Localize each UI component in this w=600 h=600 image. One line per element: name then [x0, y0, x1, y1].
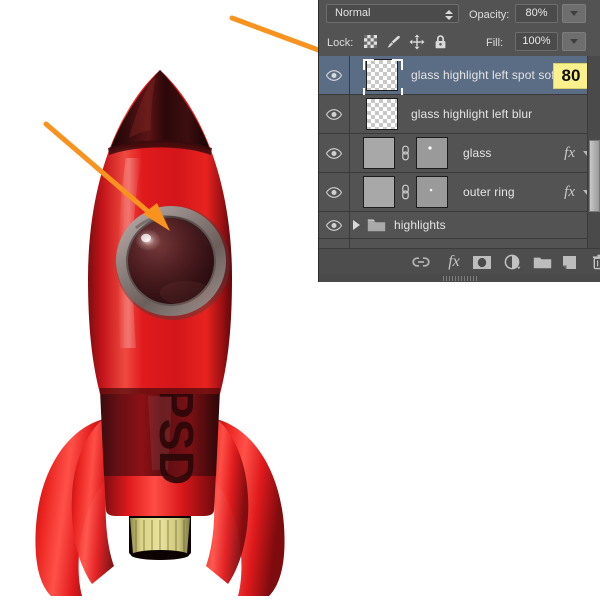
- layer-row-glass-highlight-left-spot-soft[interactable]: glass highlight left spot soft 80: [319, 56, 600, 95]
- rocket-psd-text: PSD: [149, 387, 202, 486]
- folder-icon: [367, 218, 386, 236]
- lock-image-pixels-brush-icon[interactable]: [386, 34, 401, 49]
- layers-panel-toolbar: fx: [319, 248, 600, 276]
- layer-name[interactable]: glass: [463, 134, 492, 172]
- opacity-value[interactable]: 80%: [515, 4, 558, 23]
- layer-row-group-highlights[interactable]: highlights: [319, 212, 600, 239]
- lock-position-move-icon[interactable]: [409, 34, 424, 49]
- canvas-artwork: PSD: [0, 0, 318, 600]
- layer-visibility-toggle[interactable]: [319, 56, 350, 94]
- fill-value[interactable]: 100%: [515, 32, 558, 51]
- blend-mode-value: Normal: [335, 7, 370, 19]
- opacity-callout-badge: 80: [553, 63, 589, 89]
- layer-name[interactable]: glass highlight left spot soft: [411, 56, 558, 94]
- link-layers-button[interactable]: [411, 253, 431, 271]
- opacity-label: Opacity:: [469, 9, 509, 21]
- layer-visibility-toggle[interactable]: [319, 239, 350, 248]
- rocket-illustration: PSD: [0, 18, 326, 600]
- layer-row-glass-highlight-left-blur[interactable]: glass highlight left blur: [319, 95, 600, 134]
- lock-label: Lock:: [327, 37, 353, 49]
- layer-name[interactable]: highlights: [394, 212, 446, 238]
- layer-fx-indicator[interactable]: fx: [564, 134, 575, 172]
- fill-dropdown-icon[interactable]: [562, 32, 586, 51]
- layers-panel: Normal Opacity: 80% Lock:: [318, 0, 600, 282]
- layer-thumbnail[interactable]: [366, 98, 398, 130]
- mask-link-icon[interactable]: [400, 184, 411, 200]
- layer-visibility-toggle[interactable]: [319, 134, 350, 172]
- eye-icon: [326, 148, 342, 159]
- opacity-dropdown-icon[interactable]: [562, 4, 586, 23]
- blend-mode-spinner-icon[interactable]: [444, 7, 453, 22]
- layer-list[interactable]: glass highlight left spot soft 80 glass …: [319, 56, 600, 248]
- new-group-button[interactable]: [531, 253, 553, 271]
- layer-thumbnail[interactable]: [366, 59, 398, 91]
- delete-layer-button[interactable]: [589, 253, 600, 271]
- eye-icon: [326, 187, 342, 198]
- layer-style-fx-button[interactable]: fx: [443, 253, 465, 271]
- mask-link-icon[interactable]: [400, 145, 411, 161]
- layer-visibility-toggle[interactable]: [319, 95, 350, 133]
- layer-visibility-toggle[interactable]: [319, 173, 350, 211]
- blend-opacity-row: Normal Opacity: 80%: [319, 0, 600, 28]
- new-layer-button[interactable]: [559, 253, 579, 271]
- group-disclosure-triangle-icon[interactable]: [353, 220, 360, 230]
- fill-label: Fill:: [486, 37, 503, 49]
- lock-all-padlock-icon[interactable]: [433, 34, 448, 49]
- layer-mask-thumbnail[interactable]: [416, 176, 448, 208]
- layer-thumbnail[interactable]: [363, 137, 395, 169]
- layer-row-glass[interactable]: glass fx: [319, 134, 600, 173]
- eye-icon: [326, 220, 342, 231]
- layer-mask-thumbnail[interactable]: [416, 137, 448, 169]
- panel-resize-grip[interactable]: [319, 274, 600, 282]
- fx-glyph: fx: [448, 253, 460, 271]
- layer-row-outer-ring[interactable]: outer ring fx: [319, 173, 600, 212]
- layer-fx-indicator[interactable]: fx: [564, 173, 575, 211]
- layer-name[interactable]: glass highlight left blur: [411, 95, 532, 133]
- add-layer-mask-button[interactable]: [471, 253, 493, 271]
- new-adjustment-layer-button[interactable]: [501, 253, 523, 271]
- layer-row-partial-clipped[interactable]: [319, 239, 600, 248]
- blend-mode-select[interactable]: Normal: [326, 4, 459, 23]
- eye-icon: [326, 70, 342, 81]
- scrollbar-thumb[interactable]: [589, 140, 600, 212]
- layers-panel-options: Normal Opacity: 80% Lock:: [319, 0, 600, 57]
- eye-icon: [326, 109, 342, 120]
- layer-name[interactable]: outer ring: [463, 173, 515, 211]
- layer-thumbnail[interactable]: [363, 176, 395, 208]
- screenshot-root: PSD: [0, 0, 600, 600]
- layer-visibility-toggle[interactable]: [319, 212, 350, 238]
- lock-transparent-pixels-icon[interactable]: [363, 34, 378, 49]
- lock-fill-row: Lock:: [319, 28, 600, 56]
- layers-vertical-scrollbar[interactable]: [587, 56, 600, 248]
- thumbnail-selection-brackets: [363, 59, 403, 99]
- grip-lines-icon: [443, 276, 477, 281]
